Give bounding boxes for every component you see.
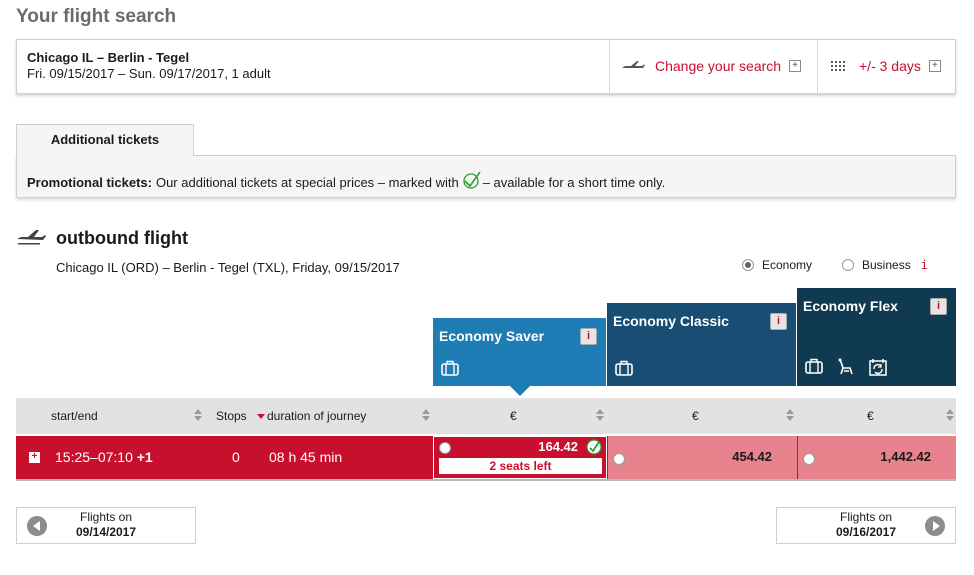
fare-name: Economy Flex <box>803 298 898 314</box>
departure-plane-icon <box>17 230 46 245</box>
info-icon[interactable]: i <box>770 313 787 330</box>
expand-icon: + <box>789 60 802 72</box>
promo-check-icon <box>463 171 481 189</box>
sort-icon[interactable] <box>596 409 604 421</box>
baggage-icon <box>805 358 823 374</box>
sort-desc-icon[interactable] <box>257 414 265 419</box>
info-icon[interactable]: i <box>580 328 597 345</box>
plus-minus-days-label: +/- 3 days <box>859 58 921 74</box>
table-row[interactable]: + 15:25–07:10 +1 0 08 h 45 min 164.42 2 … <box>16 436 956 479</box>
expand-row-icon[interactable]: + <box>29 452 40 463</box>
route-text: Chicago IL – Berlin - Tegel <box>27 50 190 65</box>
promo-info-box: Promotional tickets: Our additional tick… <box>16 155 956 198</box>
business-info-icon[interactable]: i <box>921 258 928 272</box>
col-duration[interactable]: duration of journey <box>267 409 366 423</box>
cabin-label-business: Business <box>862 258 911 272</box>
change-search-button[interactable]: Change your search + <box>621 58 802 74</box>
travel-dates: Fri. 09/15/2017 – Sun. 09/17/2017, 1 adu… <box>27 66 271 81</box>
search-summary: Chicago IL – Berlin - Tegel Fri. 09/15/2… <box>16 39 956 94</box>
cabin-option-business[interactable]: Business i <box>842 258 928 272</box>
calendar-grid-icon <box>831 61 845 71</box>
col-saver-price[interactable]: € <box>510 409 517 423</box>
previous-day-button[interactable]: Flights on 09/14/2017 <box>16 507 196 544</box>
fare-name: Economy Saver <box>439 328 545 344</box>
departure-arrival-time: 15:25–07:10 <box>55 449 133 465</box>
next-day-date: 09/16/2017 <box>835 525 897 539</box>
outbound-title: outbound flight <box>56 228 188 248</box>
flex-price: 1,442.42 <box>880 449 931 464</box>
page-title: Your flight search <box>16 6 177 27</box>
saver-price: 164.42 <box>538 439 578 454</box>
plane-icon <box>622 61 645 68</box>
selected-fare-pointer <box>510 386 530 396</box>
sort-icon[interactable] <box>422 409 430 421</box>
journey-duration: 08 h 45 min <box>269 449 343 465</box>
outbound-route-date: Chicago IL (ORD) – Berlin - Tegel (TXL),… <box>56 260 400 275</box>
promo-check-icon <box>586 439 602 455</box>
fare-name: Economy Classic <box>613 313 729 329</box>
change-search-label: Change your search <box>655 58 782 74</box>
col-flex-price[interactable]: € <box>867 409 874 423</box>
fare-header-economy-flex: Economy Flex i <box>797 288 956 386</box>
classic-price: 454.42 <box>732 449 772 464</box>
prev-day-date: 09/14/2017 <box>75 525 137 539</box>
stops-count: 0 <box>232 449 240 465</box>
rebooking-icon <box>869 359 887 376</box>
price-cell-saver[interactable]: 164.42 2 seats left <box>433 436 607 479</box>
col-stops[interactable]: Stops <box>216 409 247 423</box>
price-cell-flex[interactable]: 1,442.42 <box>798 436 956 479</box>
row-divider <box>16 479 956 481</box>
select-flex-radio[interactable] <box>803 453 815 465</box>
divider <box>609 40 610 93</box>
col-start-end[interactable]: start/end <box>51 409 98 423</box>
expand-icon: + <box>928 60 941 72</box>
results-table-header: start/end Stops duration of journey € € … <box>16 398 956 434</box>
prev-day-label: Flights on <box>79 510 133 524</box>
sort-icon[interactable] <box>946 409 954 421</box>
cabin-option-economy[interactable]: Economy <box>742 258 812 272</box>
promo-label: Promotional tickets: <box>27 174 152 190</box>
radio-economy[interactable] <box>742 259 754 271</box>
sort-icon[interactable] <box>786 409 794 421</box>
promo-description: Our additional tickets at special prices… <box>155 174 459 190</box>
sort-icon[interactable] <box>194 409 202 421</box>
col-classic-price[interactable]: € <box>692 409 699 423</box>
select-saver-radio[interactable] <box>439 442 451 454</box>
promo-text: Promotional tickets: Our additional tick… <box>27 171 665 193</box>
radio-business[interactable] <box>842 259 854 271</box>
fare-header-economy-saver: Economy Saver i <box>433 318 606 386</box>
flight-times: 15:25–07:10 +1 <box>55 449 153 465</box>
next-day-button[interactable]: Flights on 09/16/2017 <box>776 507 956 544</box>
baggage-icon <box>441 360 459 376</box>
seats-left-badge: 2 seats left <box>439 458 602 474</box>
price-cell-classic[interactable]: 454.42 <box>608 436 797 479</box>
promo-description-end: – available for a short time only. <box>482 174 666 190</box>
select-classic-radio[interactable] <box>613 453 625 465</box>
baggage-icon <box>615 360 633 376</box>
seat-icon <box>838 358 853 375</box>
tab-additional-tickets[interactable]: Additional tickets <box>16 124 194 156</box>
day-offset: +1 <box>136 449 153 465</box>
cabin-label-economy: Economy <box>762 258 813 272</box>
info-icon[interactable]: i <box>930 298 947 315</box>
divider <box>817 40 818 93</box>
fare-header-economy-classic: Economy Classic i <box>607 303 796 386</box>
next-day-label: Flights on <box>839 510 893 524</box>
plus-minus-days-button[interactable]: +/- 3 days + <box>831 58 941 74</box>
